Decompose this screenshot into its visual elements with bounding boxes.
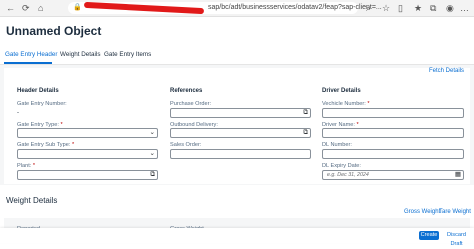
gate-entry-number-label: Gate Entry Number:	[17, 101, 67, 107]
collections-icon[interactable]: ⧉	[430, 2, 436, 14]
discard-draft-button[interactable]: Discard Draft	[441, 231, 472, 247]
chevron-down-icon: ⌄	[149, 129, 155, 136]
address-text: sap/bc/adt/businessservices/odatav2/feap…	[208, 4, 382, 11]
gate-entry-sub-type-select[interactable]: ⌄	[17, 149, 158, 159]
outbound-delivery-input[interactable]: ⧉	[170, 128, 311, 138]
sales-order-label: Sales Order:	[170, 142, 202, 148]
browser-toolbar: ← ⟳ ⌂ 🔒 sap/bc/adt/businessservices/odat…	[0, 0, 474, 17]
gate-entry-type-select[interactable]: ⌄	[17, 128, 158, 138]
dl-number-input[interactable]	[322, 149, 464, 159]
driver-name-input[interactable]	[322, 128, 464, 138]
footer-toolbar	[0, 228, 474, 243]
tare-weight-link[interactable]: Tare Weight	[439, 209, 471, 215]
favorites-icon[interactable]: ★	[414, 2, 422, 14]
value-help-icon[interactable]: ⧉	[150, 170, 155, 179]
back-arrow-icon[interactable]: ←	[6, 2, 15, 14]
calendar-icon[interactable]: ▦	[455, 170, 461, 179]
plant-input[interactable]: ⧉	[17, 170, 158, 180]
sales-order-input[interactable]	[170, 149, 311, 159]
driver-details-title: Driver Details	[322, 88, 361, 94]
favorite-icon[interactable]: ☆	[382, 2, 390, 14]
split-screen-icon[interactable]: ▯	[398, 2, 403, 14]
reload-icon[interactable]: ⟳	[22, 2, 30, 14]
dl-expiry-date-placeholder: e.g. Dec 31, 2024	[327, 172, 369, 178]
chevron-down-icon: ⌄	[149, 150, 155, 157]
form-panel	[4, 68, 470, 184]
address-bar[interactable]: 🔒 sap/bc/adt/businessservices/odatav2/fe…	[68, 1, 382, 15]
purchase-order-label: Purchase Order:	[170, 101, 212, 107]
tab-weight-details[interactable]: Weight Details	[60, 51, 100, 58]
home-icon[interactable]: ⌂	[38, 2, 43, 14]
gate-entry-number-value: -	[17, 110, 19, 116]
create-button[interactable]: Create	[419, 231, 439, 240]
dl-number-label: DL Number:	[322, 142, 352, 148]
zoom-icon[interactable]: ⌕	[366, 2, 371, 14]
dl-expiry-date-label: DL Expiry Date:	[322, 163, 361, 169]
fetch-details-link[interactable]: Fetch Details	[429, 68, 464, 74]
gate-entry-sub-type-label: Gate Entry Sub Type: *	[17, 142, 75, 148]
purchase-order-input[interactable]: ⧉	[170, 108, 311, 118]
value-help-icon[interactable]: ⧉	[303, 108, 308, 117]
references-title: References	[170, 88, 203, 94]
profile-icon[interactable]: ◉	[446, 2, 454, 14]
gross-weight-link[interactable]: Gross Weight	[404, 209, 440, 215]
vechicle-number-label: Vechicle Number: *	[322, 101, 370, 107]
page-title: Unnamed Object	[6, 24, 102, 38]
more-icon[interactable]: …	[460, 2, 469, 14]
tab-gate-entry-items[interactable]: Gate Entry Items	[104, 51, 151, 58]
dl-expiry-date-picker[interactable]: e.g. Dec 31, 2024 ▦	[322, 170, 464, 180]
redacted-url-segment	[83, 1, 205, 15]
tab-gate-entry-header[interactable]: Gate Entry Header	[5, 51, 58, 58]
vechicle-number-input[interactable]	[322, 108, 464, 118]
plant-label: Plant: *	[17, 163, 36, 169]
weight-details-title: Weight Details	[6, 196, 58, 205]
value-help-icon[interactable]: ⧉	[303, 128, 308, 137]
header-details-title: Header Details	[17, 88, 59, 94]
lock-icon: 🔒	[73, 4, 82, 11]
tab-bar: Gate Entry Header Weight Details Gate En…	[0, 46, 474, 65]
active-tab-indicator	[4, 62, 52, 64]
